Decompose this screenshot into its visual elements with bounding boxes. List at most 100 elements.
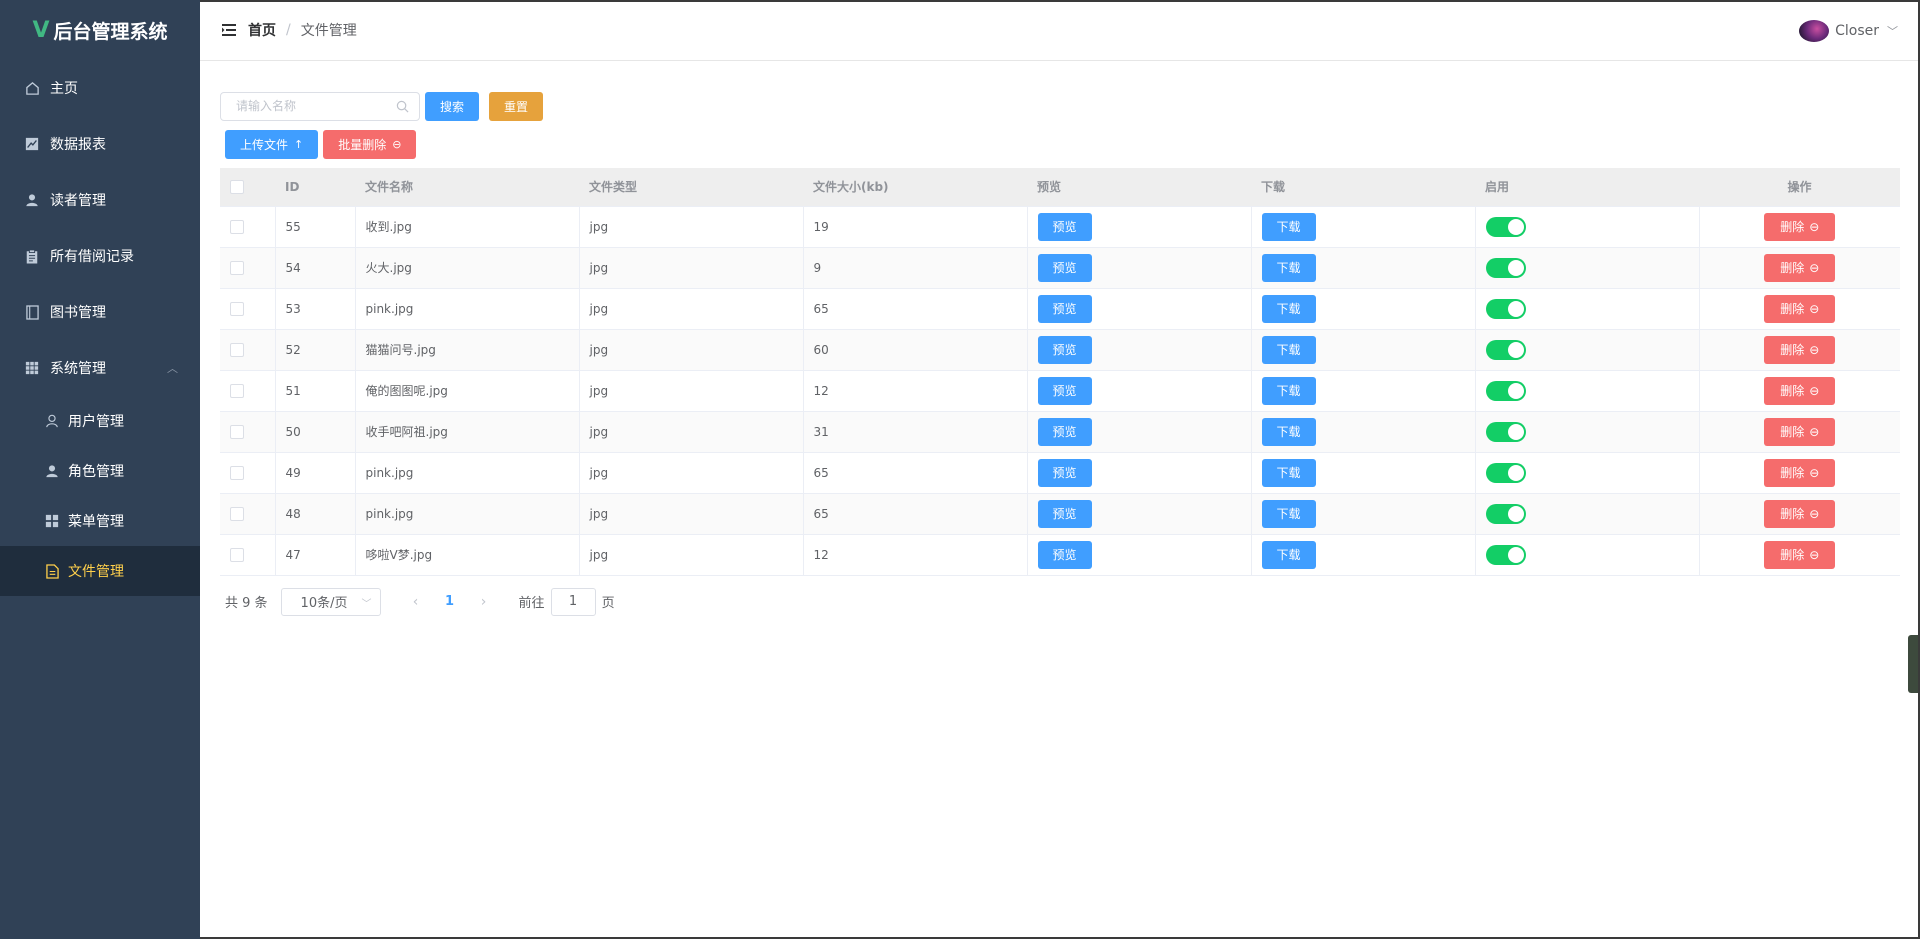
table-row: 51 俺的图图呢.jpg jpg 12 预览 下载 删除 ⊖	[220, 370, 1900, 412]
cell-actions: 删除 ⊖	[1699, 288, 1900, 330]
row-checkbox[interactable]	[230, 342, 244, 357]
cell-actions: 删除 ⊖	[1699, 206, 1900, 248]
sidebar-subitem-users[interactable]: 用户管理	[0, 396, 200, 446]
sidebar-subitem-label: 文件管理	[68, 564, 124, 580]
sidebar: V 后台管理系统 主页 数据报表 读者管理 所有借阅记录 图书管理 系统管理 ︿…	[0, 0, 200, 939]
delete-button[interactable]: 删除 ⊖	[1764, 417, 1836, 446]
cell-preview: 预览	[1027, 206, 1252, 248]
collapse-menu-icon[interactable]	[222, 23, 238, 37]
app-logo[interactable]: V 后台管理系统	[0, 0, 200, 60]
delete-button[interactable]: 删除 ⊖	[1764, 212, 1836, 241]
avatar[interactable]	[1799, 19, 1830, 42]
enable-switch[interactable]	[1485, 298, 1526, 319]
delete-label: 删除	[1780, 466, 1805, 480]
row-checkbox[interactable]	[230, 260, 244, 275]
download-button[interactable]: 下载	[1261, 376, 1316, 405]
row-checkbox[interactable]	[230, 506, 244, 521]
sidebar-item-system[interactable]: 系统管理 ︿	[0, 340, 200, 396]
sidebar-subitem-files[interactable]: 文件管理	[0, 546, 200, 596]
batch-delete-button[interactable]: 批量删除 ⊖	[323, 130, 417, 159]
search-field[interactable]	[220, 91, 420, 121]
preview-button[interactable]: 预览	[1037, 458, 1092, 487]
reset-button[interactable]: 重置	[489, 91, 544, 121]
enable-switch[interactable]	[1485, 503, 1526, 524]
download-button[interactable]: 下载	[1261, 458, 1316, 487]
preview-button[interactable]: 预览	[1037, 335, 1092, 364]
preview-button[interactable]: 预览	[1037, 417, 1092, 446]
enable-switch[interactable]	[1485, 339, 1526, 360]
breadcrumb-current: 文件管理	[300, 23, 357, 39]
enable-switch[interactable]	[1485, 544, 1526, 565]
breadcrumb-home[interactable]: 首页	[248, 20, 276, 40]
download-button[interactable]: 下载	[1261, 253, 1316, 282]
switch-knob	[1507, 505, 1524, 522]
cell-actions: 删除 ⊖	[1699, 411, 1900, 453]
sidebar-item-readers[interactable]: 读者管理	[0, 172, 200, 228]
cell-id: 52	[275, 329, 356, 371]
row-checkbox[interactable]	[230, 383, 244, 398]
next-page-button[interactable]: ›	[469, 594, 499, 610]
chevron-down-icon: ﹀	[361, 598, 372, 610]
preview-button[interactable]: 预览	[1037, 499, 1092, 528]
row-checkbox[interactable]	[230, 219, 244, 234]
preview-button[interactable]: 预览	[1037, 376, 1092, 405]
sidebar-item-books[interactable]: 图书管理	[0, 284, 200, 340]
user-name[interactable]: Closer	[1835, 23, 1879, 39]
switch-knob	[1507, 300, 1524, 317]
sidebar-item-borrow-records[interactable]: 所有借阅记录	[0, 228, 200, 284]
preview-button[interactable]: 预览	[1037, 540, 1092, 569]
sidebar-subitem-roles[interactable]: 角色管理	[0, 446, 200, 496]
delete-button[interactable]: 删除 ⊖	[1764, 499, 1836, 528]
floating-side-widget[interactable]	[1908, 635, 1918, 693]
delete-label: 删除	[1780, 343, 1805, 357]
main-content: 搜索 重置 上传文件 ↑ 批量删除 ⊖ ID 文件名称 文件类型 文件大小(kb…	[220, 91, 1900, 616]
sidebar-item-report[interactable]: 数据报表	[0, 116, 200, 172]
user-dropdown[interactable]: Closer ﹀	[1799, 0, 1898, 61]
enable-switch[interactable]	[1485, 421, 1526, 442]
column-header-name: 文件名称	[355, 168, 579, 207]
sidebar-item-home[interactable]: 主页	[0, 60, 200, 116]
upload-file-button[interactable]: 上传文件 ↑	[225, 130, 319, 159]
cell-type: jpg	[579, 288, 804, 330]
enable-switch[interactable]	[1485, 216, 1526, 237]
delete-button[interactable]: 删除 ⊖	[1764, 253, 1836, 282]
cell-name: pink.jpg	[355, 493, 580, 535]
enable-switch[interactable]	[1485, 380, 1526, 401]
search-input[interactable]	[236, 99, 396, 113]
page-size-select[interactable]: 10条/页 ﹀	[280, 587, 381, 616]
column-header-type: 文件类型	[579, 168, 803, 207]
remove-circle-icon: ⊖	[1809, 219, 1820, 234]
enable-switch[interactable]	[1485, 462, 1526, 483]
preview-button[interactable]: 预览	[1037, 294, 1092, 323]
search-icon	[396, 100, 410, 114]
download-button[interactable]: 下载	[1261, 540, 1316, 569]
switch-knob	[1507, 464, 1524, 481]
download-button[interactable]: 下载	[1261, 417, 1316, 446]
page-number-current[interactable]: 1	[435, 594, 465, 609]
sidebar-subitem-menus[interactable]: 菜单管理	[0, 496, 200, 546]
preview-button[interactable]: 预览	[1037, 253, 1092, 282]
delete-button[interactable]: 删除 ⊖	[1764, 540, 1836, 569]
goto-prefix: 前往	[518, 596, 545, 611]
download-button[interactable]: 下载	[1261, 212, 1316, 241]
enable-switch[interactable]	[1485, 257, 1526, 278]
row-checkbox[interactable]	[230, 424, 244, 439]
row-checkbox[interactable]	[230, 547, 244, 562]
row-checkbox[interactable]	[230, 301, 244, 316]
select-all-checkbox[interactable]	[230, 180, 244, 194]
delete-button[interactable]: 删除 ⊖	[1764, 335, 1836, 364]
remove-circle-icon: ⊖	[1809, 301, 1820, 316]
download-button[interactable]: 下载	[1261, 335, 1316, 364]
goto-page-input[interactable]	[550, 587, 596, 616]
delete-button[interactable]: 删除 ⊖	[1764, 458, 1836, 487]
download-button[interactable]: 下载	[1261, 294, 1316, 323]
delete-button[interactable]: 删除 ⊖	[1764, 294, 1836, 323]
row-checkbox[interactable]	[230, 465, 244, 480]
download-button[interactable]: 下载	[1261, 499, 1316, 528]
pagination-total: 共 9 条	[225, 596, 268, 611]
preview-button[interactable]: 预览	[1037, 212, 1092, 241]
home-icon	[24, 80, 40, 96]
prev-page-button[interactable]: ‹	[401, 594, 431, 610]
delete-button[interactable]: 删除 ⊖	[1764, 376, 1836, 405]
search-button[interactable]: 搜索	[425, 91, 480, 121]
